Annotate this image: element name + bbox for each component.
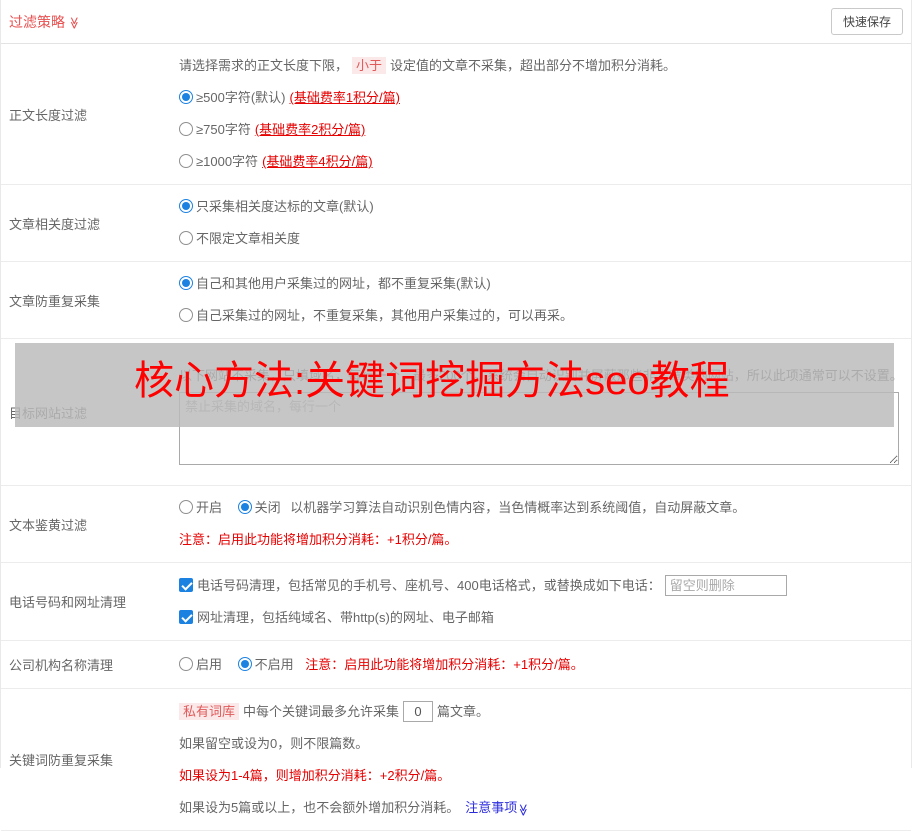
company-disable-label: 不启用 xyxy=(254,656,294,672)
row-content-dedupe: 自己和其他用户采集过的网址，都不重复采集(默认) 自己采集过的网址，不重复采集，… xyxy=(179,262,911,338)
length-option-1000-fee: (基础费率4积分/篇) xyxy=(262,154,373,169)
intro-pre: 请选择需求的正文长度下限， xyxy=(179,58,349,73)
row-content-porn-filter: 开启 关闭 以机器学习算法自动识别色情内容，当色情概率达到系统阈值，自动屏蔽文章… xyxy=(179,486,911,562)
length-option-750-fee: (基础费率2积分/篇) xyxy=(254,122,366,137)
row-body-length-filter: 正文长度过滤 请选择需求的正文长度下限， 小于 设定值的文章不采集，超出部分不增加积… xyxy=(1,44,911,185)
porn-filter-warning: 注意：启用此功能将增加积分消耗：+1积分/篇。 xyxy=(179,532,458,547)
checkbox-url-cleanup-icon[interactable] xyxy=(179,610,193,624)
row-label-dedupe: 文章防重复采集 xyxy=(9,293,101,309)
chevron-double-down-icon: ≫ xyxy=(67,16,82,29)
notes-link-label: 注意事项 xyxy=(465,800,518,815)
porn-filter-options: 开启 关闭 以机器学习算法自动识别色情内容，当色情概率达到系统阈值，自动屏蔽文章… xyxy=(179,498,903,518)
radio-dedupe-self-icon[interactable] xyxy=(179,308,193,322)
length-option-500[interactable]: ≥500字符(默认) (基础费率1积分/篇) xyxy=(179,88,903,108)
radio-dedupe-global-icon[interactable] xyxy=(179,276,193,290)
row-content-body-length: 请选择需求的正文长度下限， 小于 设定值的文章不采集，超出部分不增加积分消耗。 ≥5… xyxy=(179,44,911,184)
company-enable-label: 启用 xyxy=(196,656,223,672)
radio-relevance-strict-icon[interactable] xyxy=(179,199,193,213)
dedupe-option-self[interactable]: 自己采集过的网址，不重复采集，其他用户采集过的，可以再采。 xyxy=(179,306,903,326)
keyword-note-fee: 如果设为1-4篇，则增加积分消耗：+2积分/篇。 xyxy=(179,768,451,783)
keyword-limit-text: 中每个关键词最多允许采集 xyxy=(243,704,400,719)
row-label-company: 公司机构名称清理 xyxy=(9,658,114,673)
phone-cleanup-label: 电话号码清理，包括常见的手机号、座机号、400电话格式，或替换成如下电话： xyxy=(197,578,661,593)
phone-cleanup-option[interactable]: 电话号码清理，包括常见的手机号、座机号、400电话格式，或替换成如下电话： xyxy=(179,575,903,596)
keyword-limit-line: 私有词库中每个关键词最多允许采集 篇文章。 xyxy=(179,701,903,722)
watermark-text: 核心方法:关键词挖掘方法seo教程 xyxy=(134,359,730,403)
row-content-relevance: 只采集相关度达标的文章(默认) 不限定文章相关度 xyxy=(179,185,911,261)
url-cleanup-label: 网址清理，包括纯域名、带http(s)的网址、电子邮箱 xyxy=(197,610,494,625)
keyword-note-zero: 如果留空或设为0，则不限篇数。 xyxy=(179,736,369,751)
row-dedupe-filter: 文章防重复采集 自己和其他用户采集过的网址，都不重复采集(默认) 自己采集过的网… xyxy=(1,262,911,339)
page-title-text: 过滤策略 xyxy=(9,13,65,30)
page-title[interactable]: 过滤策略 ≫ xyxy=(9,12,81,32)
radio-company-enable-icon[interactable] xyxy=(179,656,193,671)
row-phone-url-cleanup: 电话号码和网址清理 电话号码清理，包括常见的手机号、座机号、400电话格式，或替… xyxy=(1,563,911,641)
body-length-intro: 请选择需求的正文长度下限， 小于 设定值的文章不采集，超出部分不增加积分消耗。 xyxy=(179,56,903,76)
intro-post: 设定值的文章不采集，超出部分不增加积分消耗。 xyxy=(390,58,677,73)
porn-on-label: 开启 xyxy=(196,500,223,515)
checkbox-phone-cleanup-icon[interactable] xyxy=(179,578,193,592)
row-label-body-length: 正文长度过滤 xyxy=(9,107,88,123)
row-content-keyword: 私有词库中每个关键词最多允许采集 篇文章。 如果留空或设为0，则不限篇数。 如果设… xyxy=(179,689,911,830)
relevance-any-label: 不限定文章相关度 xyxy=(196,231,301,246)
porn-option-off[interactable]: 关闭 xyxy=(237,500,281,515)
row-content-phone-url: 电话号码清理，包括常见的手机号、座机号、400电话格式，或替换成如下电话： 网址… xyxy=(179,563,911,640)
radio-porn-on-icon[interactable] xyxy=(179,500,193,514)
keyword-limit-unit: 篇文章。 xyxy=(437,704,490,719)
dedupe-global-label: 自己和其他用户采集过的网址，都不重复采集(默认) xyxy=(196,276,491,291)
relevance-strict-label: 只采集相关度达标的文章(默认) xyxy=(196,199,374,214)
keyword-note-five-text: 如果设为5篇或以上，也不会额外增加积分消耗。 xyxy=(179,800,460,815)
row-label-relevance: 文章相关度过滤 xyxy=(9,216,101,232)
radio-porn-off-icon[interactable] xyxy=(237,500,252,514)
porn-option-on[interactable]: 开启 xyxy=(179,500,222,515)
notes-link[interactable]: 注意事项≫ xyxy=(465,800,530,816)
row-label-phone-url: 电话号码和网址清理 xyxy=(9,595,127,610)
porn-off-label: 关闭 xyxy=(254,500,281,515)
url-cleanup-option[interactable]: 网址清理，包括纯域名、带http(s)的网址、电子邮箱 xyxy=(179,608,903,628)
relevance-option-any[interactable]: 不限定文章相关度 xyxy=(179,229,903,249)
row-porn-filter: 文本鉴黄过滤 开启 关闭 以机器学习算法自动识别色情内容，当色情概率达到系统阈值… xyxy=(1,486,911,563)
length-option-1000-label: ≥1000字符 xyxy=(196,154,259,169)
radio-relevance-any-icon[interactable] xyxy=(179,231,193,245)
radio-company-disable-icon[interactable] xyxy=(237,656,252,671)
dedupe-option-global[interactable]: 自己和其他用户采集过的网址，都不重复采集(默认) xyxy=(179,274,903,294)
dedupe-self-label: 自己采集过的网址，不重复采集，其他用户采集过的，可以再采。 xyxy=(196,308,574,323)
row-label-keyword: 关键词防重复采集 xyxy=(9,753,114,768)
row-relevance-filter: 文章相关度过滤 只采集相关度达标的文章(默认) 不限定文章相关度 xyxy=(1,185,911,262)
chevron-double-down-icon: ≫ xyxy=(516,803,531,817)
radio-500-icon[interactable] xyxy=(179,90,193,104)
length-option-1000[interactable]: ≥1000字符 (基础费率4积分/篇) xyxy=(179,152,903,172)
company-option-disable[interactable]: 不启用 xyxy=(237,656,294,672)
company-warning: 注意：启用此功能将增加积分消耗：+1积分/篇。 xyxy=(305,656,584,672)
row-company-cleanup: 公司机构名称清理 启用 不启用 注意：启用此功能将增加积分消耗：+1积分/篇。 xyxy=(1,641,911,689)
radio-750-icon[interactable] xyxy=(179,122,193,136)
keyword-limit-input[interactable] xyxy=(403,701,434,722)
company-options: 启用 不启用 注意：启用此功能将增加积分消耗：+1积分/篇。 xyxy=(179,655,903,675)
porn-filter-description: 以机器学习算法自动识别色情内容，当色情概率达到系统阈值，自动屏蔽文章。 xyxy=(290,500,746,515)
length-option-500-label: ≥500字符(默认) xyxy=(196,90,286,105)
company-option-enable[interactable]: 启用 xyxy=(179,656,223,672)
relevance-option-strict[interactable]: 只采集相关度达标的文章(默认) xyxy=(179,197,903,217)
row-content-company: 启用 不启用 注意：启用此功能将增加积分消耗：+1积分/篇。 xyxy=(179,641,911,688)
keyword-note-five: 如果设为5篇或以上，也不会额外增加积分消耗。 注意事项≫ xyxy=(179,798,903,818)
quick-save-button[interactable]: 快速保存 xyxy=(830,8,903,35)
row-keyword-dedupe: 关键词防重复采集 私有词库中每个关键词最多允许采集 篇文章。 如果留空或设为0，则… xyxy=(1,689,911,831)
radio-1000-icon[interactable] xyxy=(179,154,193,168)
private-lexicon-mark: 私有词库 xyxy=(179,703,240,720)
length-option-750-label: ≥750字符 xyxy=(196,122,251,137)
length-option-500-fee: (基础费率1积分/篇) xyxy=(289,90,400,105)
length-option-750[interactable]: ≥750字符 (基础费率2积分/篇) xyxy=(179,120,903,140)
replacement-phone-input[interactable] xyxy=(664,575,787,596)
topbar: 过滤策略 ≫ 快速保存 xyxy=(1,0,911,44)
row-label-porn-filter: 文本鉴黄过滤 xyxy=(9,517,88,533)
less-than-mark: 小于 xyxy=(352,57,387,74)
filter-strategy-page: 过滤策略 ≫ 快速保存 正文长度过滤 请选择需求的正文长度下限， 小于 设定值的文章… xyxy=(0,0,912,831)
